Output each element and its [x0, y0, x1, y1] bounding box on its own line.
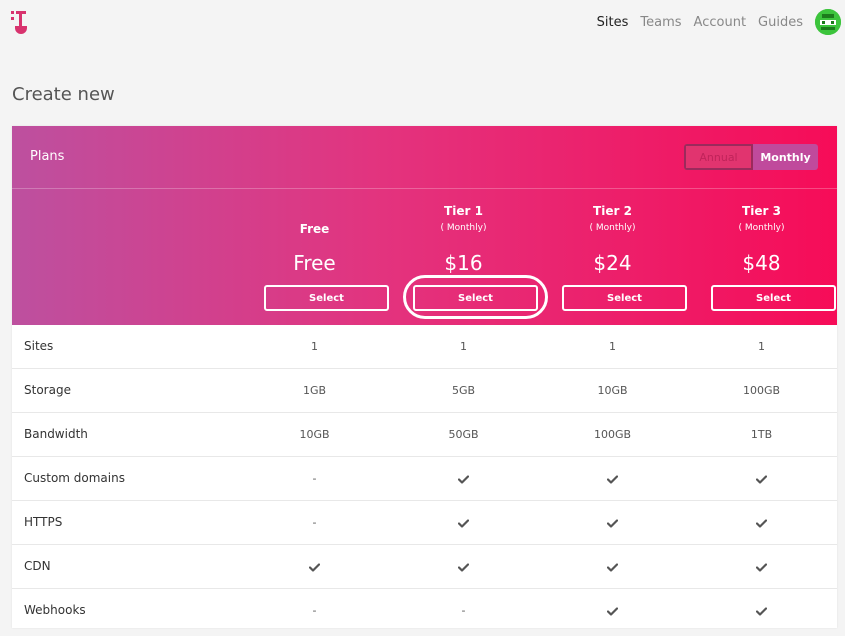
plan-price: $48	[742, 251, 781, 275]
main-nav: Sites Teams Account Guides	[597, 0, 845, 44]
plan-tier-2: Tier 2 ( Monthly) $24 Select	[538, 189, 687, 319]
feature-value: 100GB	[742, 384, 781, 397]
nav-teams[interactable]: Teams	[640, 15, 681, 30]
feature-row: Custom domains -	[12, 457, 837, 501]
checkmark-icon	[538, 545, 687, 588]
feature-value: 100GB	[593, 428, 632, 441]
select-tier-1-button[interactable]: Select	[413, 285, 538, 311]
feature-row: Bandwidth 10GB 50GB 100GB 1TB	[12, 413, 837, 457]
billing-toggle: Annual Monthly	[684, 144, 818, 170]
feature-value: -	[461, 604, 466, 617]
plan-price: $16	[444, 251, 483, 275]
nav-account[interactable]: Account	[694, 15, 747, 30]
checkmark-icon	[687, 501, 836, 544]
checkmark-icon	[538, 457, 687, 500]
plan-period: ( Monthly)	[440, 223, 487, 233]
checkmark-icon	[389, 457, 538, 500]
feature-value: -	[312, 472, 317, 485]
brand-logo-icon[interactable]	[10, 8, 32, 36]
feature-label: Custom domains	[24, 471, 125, 485]
feature-row: Sites 1 1 1 1	[12, 325, 837, 369]
feature-row: Webhooks - -	[12, 589, 837, 632]
nav-sites[interactable]: Sites	[597, 15, 629, 30]
feature-value: 50GB	[448, 428, 479, 441]
feature-row: CDN	[12, 545, 837, 589]
plans-title: Plans	[30, 149, 65, 164]
feature-value: 10GB	[597, 384, 628, 397]
feature-label: HTTPS	[24, 515, 63, 529]
feature-value: 1GB	[302, 384, 327, 397]
plan-name: Free	[299, 222, 330, 236]
plan-name: Tier 3	[742, 204, 781, 218]
plan-period: ( Monthly)	[589, 223, 636, 233]
plan-price: Free	[293, 251, 336, 275]
feature-label: Bandwidth	[24, 427, 88, 441]
feature-value: 10GB	[299, 428, 330, 441]
feature-label: Sites	[24, 339, 54, 353]
select-tier-2-button[interactable]: Select	[562, 285, 687, 311]
feature-value: 1TB	[750, 428, 773, 441]
feature-value: 1	[609, 340, 616, 353]
select-tier-3-button[interactable]: Select	[711, 285, 836, 311]
checkmark-icon	[389, 501, 538, 544]
plan-period: ( Monthly)	[738, 223, 785, 233]
user-avatar[interactable]	[815, 9, 841, 35]
checkmark-icon	[389, 545, 538, 588]
feature-row: HTTPS -	[12, 501, 837, 545]
toggle-monthly[interactable]: Monthly	[753, 144, 818, 170]
nav-guides[interactable]: Guides	[758, 15, 803, 30]
checkmark-icon	[687, 545, 836, 588]
checkmark-icon	[240, 545, 389, 588]
features-table: Sites 1 1 1 1 Storage 1GB 5GB 10GB 100GB Bandwidth…	[12, 325, 837, 632]
page-title: Create new	[12, 84, 115, 105]
feature-label: CDN	[24, 559, 51, 573]
plan-name: Tier 2	[593, 204, 632, 218]
plan-name: Tier 1	[444, 204, 483, 218]
feature-value: -	[312, 604, 317, 617]
plan-tier-1: Tier 1 ( Monthly) $16 Select	[389, 189, 548, 319]
feature-label: Storage	[24, 383, 71, 397]
feature-label: Webhooks	[24, 603, 86, 617]
feature-row: Storage 1GB 5GB 10GB 100GB	[12, 369, 837, 413]
plan-tier-3: Tier 3 ( Monthly) $48 Select	[687, 189, 836, 319]
plan-price: $24	[593, 251, 632, 275]
plan-free: Free Free Select	[240, 189, 389, 319]
feature-value: 1	[758, 340, 765, 353]
checkmark-icon	[538, 501, 687, 544]
checkmark-icon	[538, 589, 687, 632]
feature-value: 1	[311, 340, 318, 353]
plans-card: Plans Annual Monthly Free Free Select Ti…	[12, 126, 837, 628]
select-free-button[interactable]: Select	[264, 285, 389, 311]
checkmark-icon	[687, 589, 836, 632]
feature-value: -	[312, 516, 317, 529]
checkmark-icon	[687, 457, 836, 500]
toggle-annual[interactable]: Annual	[684, 144, 753, 170]
feature-value: 5GB	[451, 384, 476, 397]
feature-value: 1	[460, 340, 467, 353]
plans-header: Plans Annual Monthly Free Free Select Ti…	[12, 126, 837, 325]
top-bar: Sites Teams Account Guides	[0, 0, 845, 44]
